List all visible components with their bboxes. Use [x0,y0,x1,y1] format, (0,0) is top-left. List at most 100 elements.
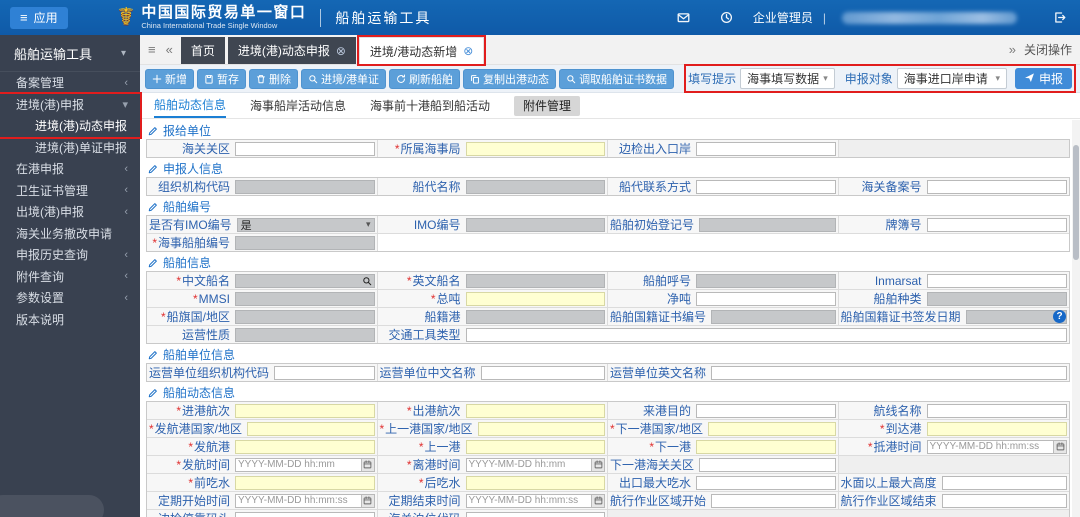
tab-inbound-dynamic-new[interactable]: 进境/港动态新增 ⊗ [358,37,485,64]
field-input-en-ship-name[interactable] [465,273,605,288]
field-input-maritime-ship-no[interactable] [235,235,375,250]
field-input-registry-port[interactable] [465,309,605,324]
field-input-gross-tonnage[interactable] [465,291,605,306]
field-input-operator-org-code[interactable] [274,365,375,380]
field-input-imo-number[interactable] [465,217,605,232]
field-input-arrival-port[interactable] [926,421,1067,436]
field-input-bi-berth-wharf[interactable] [235,511,375,517]
fetch-ship-certificate-button[interactable]: 调取船舶证书数据 [559,68,675,89]
calendar-icon[interactable] [1053,440,1066,453]
field-input-next-port-customs[interactable] [699,457,836,472]
field-input-fore-draft[interactable] [235,475,375,490]
sidebar-item-declaration-history-query[interactable]: 申报历史查询 ‹ [0,244,140,266]
sidebar-item-health-certificate-management[interactable]: 卫生证书管理 ‹ [0,180,140,202]
field-input-outbound-voyage[interactable] [465,403,605,418]
field-input-nav-area-end[interactable] [941,493,1067,508]
field-input-org-code[interactable] [235,179,375,194]
sidebar-item-customs-amendment-application[interactable]: 海关业务撤改申请 [0,223,140,245]
sidebar-item-inbound-port-declare[interactable]: 进境(港)申报 ▾ [0,94,140,116]
field-input-max-height-above-water[interactable] [941,475,1067,490]
field-input-ship-type[interactable] [926,291,1067,306]
field-input-prev-port[interactable] [465,439,605,454]
clock-icon[interactable] [720,11,733,24]
tab-maritime-ship-shore-activity[interactable]: 海事船岸活动信息 [250,93,346,118]
field-input-nav-area-start[interactable] [711,493,836,508]
field-input-departure-time[interactable]: YYYY-MM-DD hh:mm [235,457,375,472]
copy-outbound-dynamic-button[interactable]: 复制出港动态 [463,68,557,89]
field-input-ship-initial-reg-no[interactable] [699,217,836,232]
sidebar-item-inbound-document-declare[interactable]: 进境(港)单证申报 [0,137,140,159]
tab-ship-dynamic-info[interactable]: 船舶动态信息 [154,93,227,118]
sidebar-item-version-notes[interactable]: 版本说明 [0,309,140,331]
field-input-next-port[interactable] [696,439,836,454]
field-input-inmarsat[interactable] [926,273,1067,288]
field-input-departure-country[interactable] [247,421,375,436]
field-input-schedule-start-time[interactable]: YYYY-MM-DD hh:mm:ss [235,493,375,508]
field-input-next-port-country[interactable] [708,421,836,436]
close-tab-icon[interactable]: ⊗ [336,44,346,58]
field-input-call-sign[interactable] [696,273,836,288]
sidebar-item-parameter-settings[interactable]: 参数设置 ‹ [0,287,140,309]
field-input-flag-country[interactable] [235,309,375,324]
scroll-right-icon[interactable]: » [1007,42,1018,57]
field-input-mmsi[interactable] [235,291,375,306]
fill-hint-select[interactable]: 海事填写数据 ▾ [740,68,835,89]
refresh-ship-button[interactable]: 刷新船舶 [389,68,461,89]
field-input-net-tonnage[interactable] [696,291,836,306]
sidebar-item-in-port-declare[interactable]: 在港申报 ‹ [0,158,140,180]
add-button[interactable]: 新增 [145,68,194,89]
close-tab-icon[interactable]: ⊗ [463,44,473,58]
declare-target-select[interactable]: 海事进口岸申请 ▾ [896,68,1007,89]
field-input-nationality-cert-no[interactable] [711,309,836,324]
sidebar-item-record-management[interactable]: 备案管理 ‹ [0,72,140,94]
field-input-exit-max-draft[interactable] [696,475,836,490]
field-input-customs-berth-code[interactable] [465,511,605,517]
save-draft-button[interactable]: 暂存 [197,68,246,89]
sidebar-item-inbound-dynamic-declare[interactable]: 进境(港)动态申报 [0,115,140,137]
mail-icon[interactable] [677,11,690,24]
field-input-customs-record-no[interactable] [926,179,1067,194]
field-input-visit-purpose[interactable] [696,403,836,418]
calendar-icon[interactable] [591,494,604,507]
tab-inbound-dynamic-declare[interactable]: 进境(港)动态申报 ⊗ [227,37,356,64]
field-input-ship-agent-name[interactable] [465,179,605,194]
delete-button[interactable]: 删除 [249,68,298,89]
calendar-icon[interactable] [360,458,374,471]
field-input-plate-book-no[interactable] [926,217,1067,232]
inbound-documents-button[interactable]: 进境/港单证 [301,68,387,89]
field-input-arrival-time[interactable]: YYYY-MM-DD hh:mm:ss [926,439,1067,454]
tab-home[interactable]: 首页 [180,37,225,64]
scrollbar-thumb[interactable] [1073,145,1079,260]
sidebar-item-outbound-port-declare[interactable]: 出境(港)申报 ‹ [0,201,140,223]
field-input-operator-cn-name[interactable] [480,365,605,380]
logout-icon[interactable] [1053,11,1066,24]
field-input-transport-type[interactable] [465,327,1067,342]
vertical-scrollbar[interactable] [1072,120,1080,517]
field-input-operation-nature[interactable] [235,327,375,342]
field-input-prev-port-country[interactable] [477,421,605,436]
field-input-operator-en-name[interactable] [711,365,1067,380]
tab-menu-icon[interactable]: ≡ [146,42,158,57]
field-input-leave-port-time[interactable]: YYYY-MM-DD hh:mm [465,457,605,472]
field-input-aft-draft[interactable] [465,475,605,490]
search-icon[interactable] [362,276,372,286]
apps-menu-button[interactable]: ≡ 应用 [10,6,68,29]
field-input-inbound-voyage[interactable] [235,403,375,418]
sidebar-title[interactable]: 船舶运输工具 ▾ [0,35,140,72]
field-input-cn-ship-name[interactable] [235,273,375,288]
calendar-icon[interactable] [591,458,604,471]
field-input-route-name[interactable] [926,403,1067,418]
calendar-icon[interactable] [360,494,374,507]
field-input-ship-agent-contact[interactable] [696,179,836,194]
tab-maritime-top10-ship-to-ship[interactable]: 海事前十港船到船活动 [370,93,490,118]
field-input-border-inspection-port[interactable] [696,141,836,156]
field-input-customs-district[interactable] [235,141,375,156]
declare-button[interactable]: 申报 [1014,68,1072,89]
tab-attachment-management[interactable]: 附件管理 [514,95,581,116]
field-input-schedule-end-time[interactable]: YYYY-MM-DD hh:mm:ss [465,493,605,508]
field-input-departure-port[interactable] [235,439,375,454]
close-operations-menu[interactable]: 关闭操作 [1024,41,1072,58]
help-icon[interactable]: ? [1053,310,1066,323]
sidebar-item-attachment-query[interactable]: 附件查询 ‹ [0,266,140,288]
field-input-maritime-bureau[interactable] [465,141,605,156]
